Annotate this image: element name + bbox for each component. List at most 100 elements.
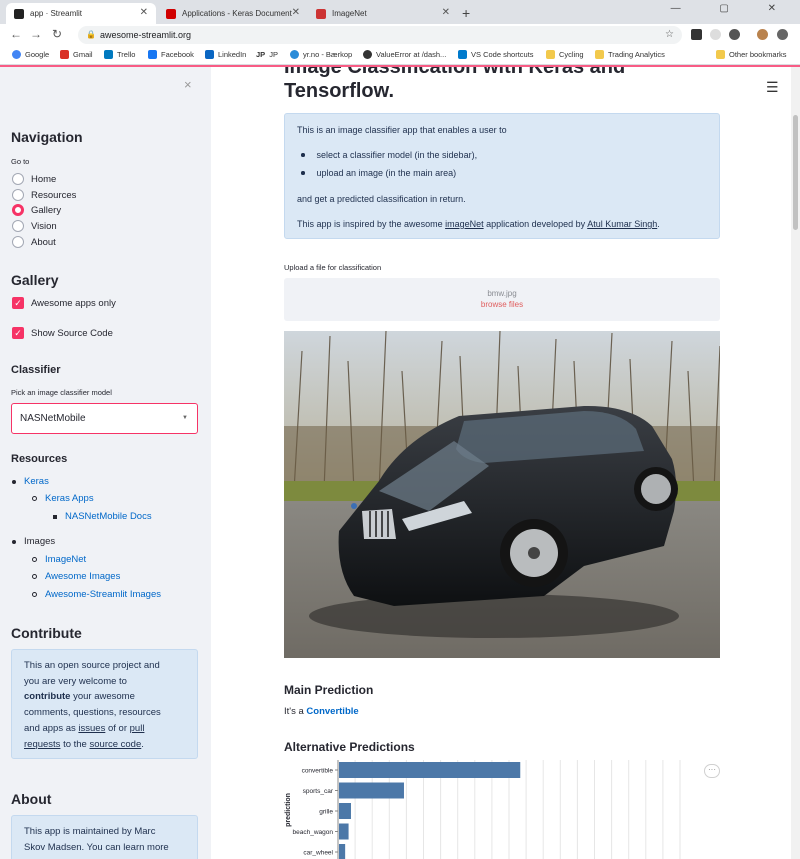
goto-label: Go to [11,157,30,166]
bookmark-trello[interactable]: Trello [104,50,135,59]
prediction-value: Convertible [306,706,359,717]
radio-about[interactable]: About [12,236,56,248]
resource-images: Images [12,536,55,547]
classifier-title: Classifier [11,364,61,376]
gmail-icon [60,50,69,59]
main-prediction-text: It's a Convertible [284,706,359,717]
new-tab-button[interactable]: + [462,5,470,21]
extension-icon[interactable] [691,29,702,40]
chart-menu-button[interactable]: ··· [704,764,720,778]
contribute-info-box: This an open source project and you are … [11,649,198,759]
tab-label: app · Streamlit [30,9,83,18]
radio-vision[interactable]: Vision [12,220,57,232]
close-sidebar-icon[interactable]: × [184,77,192,92]
extension-icon[interactable] [710,29,721,40]
yr-icon [290,50,299,59]
resource-awesome-streamlit-images[interactable]: Awesome-Streamlit Images [32,589,161,600]
forward-arrow-icon[interactable]: → [30,27,42,41]
tab-keras[interactable]: Applications - Keras Documentati ✕ [158,3,308,24]
browse-files-link[interactable]: browse files [284,300,720,309]
tab-streamlit[interactable]: app · Streamlit ✕ [6,3,156,24]
tab-imagenet[interactable]: ImageNet ✕ [308,3,458,24]
navigation-title: Navigation [11,129,83,145]
alternative-predictions-title: Alternative Predictions [284,740,415,754]
imagenet-favicon-icon [316,8,326,19]
menu-icon[interactable] [777,29,788,40]
radio-gallery[interactable]: Gallery [12,204,61,216]
bookmark-google[interactable]: Google [12,50,49,59]
resource-keras[interactable]: Keras [12,476,49,487]
tab-label: ImageNet [332,9,367,18]
page-title: Image Classification with Keras and Tens… [284,67,626,102]
browser-tab-bar: app · Streamlit ✕ Applications - Keras D… [0,0,800,24]
scrollbar-thumb[interactable] [793,115,798,230]
contribute-link[interactable]: contribute [24,691,70,702]
radio-resources[interactable]: Resources [12,189,76,201]
bookmark-yr[interactable]: yr.no - Bærkop [290,50,352,59]
bookmark-star-icon[interactable]: ☆ [665,26,674,44]
classifier-select-value: NASNetMobile [20,413,86,424]
radio-button-icon [12,173,24,185]
hamburger-menu-icon[interactable]: ☰ [766,79,779,96]
radio-button-icon [12,220,24,232]
source-code-link[interactable]: source code [90,739,142,750]
bookmark-facebook[interactable]: Facebook [148,50,194,59]
classifier-select[interactable]: NASNetMobile ▼ [11,403,198,434]
lock-icon: 🔒 [86,30,96,39]
bookmark-jp[interactable]: JP JP [256,50,278,59]
chart-category-label: convertible [302,768,334,775]
resource-awesome-images[interactable]: Awesome Images [32,571,120,582]
close-tab-icon[interactable]: ✕ [442,7,450,18]
folder-icon [546,50,555,59]
resource-nasnet-docs[interactable]: NASNetMobile Docs [53,511,152,522]
sidebar: × Navigation Go to Home Resources Galler… [0,67,211,859]
pull-requests-link[interactable]: requests [24,739,60,750]
classifier-label: Pick an image classifier model [11,388,112,397]
window-controls[interactable]: — ▢ ✕ [671,3,794,14]
bookmark-trading[interactable]: Trading Analytics [595,50,665,59]
google-icon [12,50,21,59]
checkbox-show-source[interactable]: ✓ Show Source Code [12,327,113,339]
author-link[interactable]: Atul Kumar Singh [587,219,657,229]
chart-bar [339,762,521,778]
chart-bar [339,803,351,819]
caret-down-icon: ▼ [182,415,188,421]
bookmark-cycling[interactable]: Cycling [546,50,584,59]
issues-link[interactable]: issues [78,723,105,734]
close-tab-icon[interactable]: ✕ [140,7,148,18]
radio-home[interactable]: Home [12,173,56,185]
bookmark-gmail[interactable]: Gmail [60,50,93,59]
chart-bar [339,844,346,859]
chart-category-label: car_wheel [303,850,333,857]
checkbox-awesome-apps[interactable]: ✓ Awesome apps only [12,297,116,309]
folder-icon [595,50,604,59]
pull-requests-link[interactable]: pull [130,723,145,734]
chart-y-axis-title: prediction [285,793,292,827]
url-text: awesome-streamlit.org [100,30,192,40]
resource-imagenet[interactable]: ImageNet [32,554,86,565]
facebook-icon [148,50,157,59]
extension-icon[interactable] [729,29,740,40]
profile-avatar[interactable] [757,29,768,40]
bookmark-valueerror[interactable]: ValueError at /dash... [363,50,446,59]
reload-icon[interactable]: ↻ [52,27,62,41]
linkedin-icon [205,50,214,59]
intro-info-box: This is an image classifier app that ena… [284,113,720,239]
imagenet-link[interactable]: imageNet [445,219,484,229]
close-tab-icon[interactable]: ✕ [292,7,300,18]
resources-title: Resources [11,453,68,465]
main-prediction-title: Main Prediction [284,683,374,697]
upload-label: Upload a file for classification [284,263,382,272]
resource-keras-apps[interactable]: Keras Apps [32,493,94,504]
bookmark-vscode[interactable]: VS Code shortcuts [458,50,534,59]
back-arrow-icon[interactable]: ← [10,27,22,41]
trello-icon [104,50,113,59]
file-uploader-dropzone[interactable]: bmw.jpg browse files [284,278,720,321]
browser-toolbar: ← → ↻ 🔒 awesome-streamlit.org ☆ [0,24,800,46]
bookmark-linkedin[interactable]: LinkedIn [205,50,246,59]
address-bar[interactable]: 🔒 awesome-streamlit.org ☆ [78,26,682,44]
jp-icon: JP [256,50,266,59]
page-scrollbar[interactable] [791,67,800,859]
bookmark-other[interactable]: Other bookmarks [716,50,787,59]
radio-button-selected-icon [12,204,24,216]
